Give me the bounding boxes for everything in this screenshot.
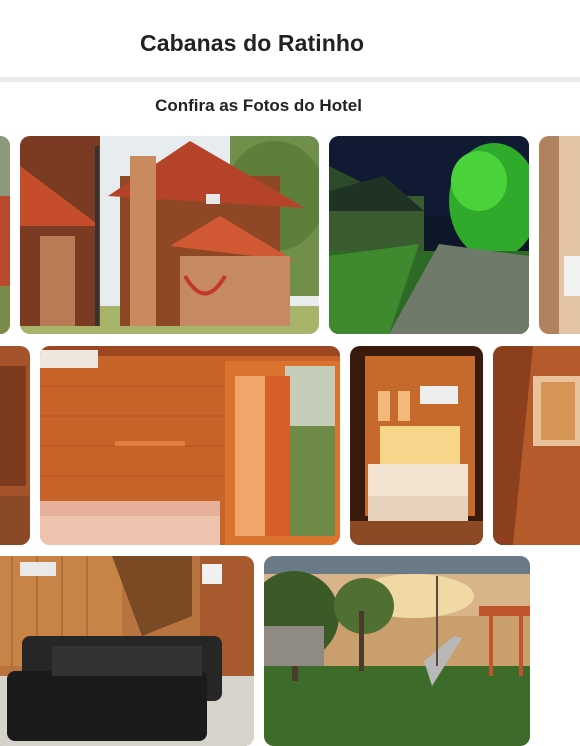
photo-image	[493, 346, 580, 545]
app-header: Cabanas do Ratinho	[0, 0, 580, 82]
gallery-photo-partial-right-row2[interactable]	[493, 346, 580, 545]
photo-image	[264, 556, 530, 746]
gallery-photo-partial-left-row2[interactable]	[0, 346, 30, 545]
photo-image	[20, 136, 319, 334]
photo-image	[0, 556, 254, 746]
photo-image	[40, 346, 340, 545]
gallery-photo-living-room-sofa[interactable]	[0, 556, 254, 746]
gallery-photo-night-path[interactable]	[329, 136, 529, 334]
photo-image	[539, 136, 580, 334]
photo-image	[0, 346, 30, 545]
gallery-photo-bedroom-ac[interactable]	[350, 346, 483, 545]
gallery-photo-garden-playground[interactable]	[264, 556, 530, 746]
gallery-title: Confira as Fotos do Hotel	[155, 96, 362, 115]
gallery-photo-bedroom-window[interactable]	[40, 346, 340, 545]
photo-image	[329, 136, 529, 334]
page-title: Cabanas do Ratinho	[140, 30, 365, 56]
gallery-photo-partial-left-row1[interactable]	[0, 136, 10, 334]
photo-image	[0, 136, 10, 334]
header-divider	[0, 77, 580, 82]
photo-image	[350, 346, 483, 545]
gallery-photo-chalet-exterior[interactable]	[20, 136, 319, 334]
gallery-photo-partial-right-row1[interactable]	[539, 136, 580, 334]
